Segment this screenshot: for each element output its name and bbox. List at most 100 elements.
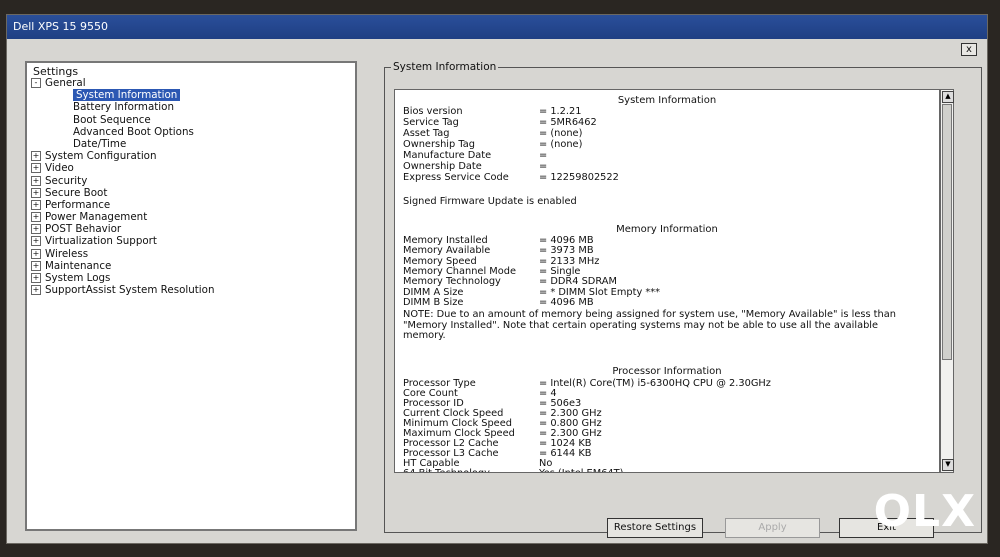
sidebar-item-label: Battery Information <box>73 101 174 114</box>
info-value: = (none) <box>539 139 583 150</box>
info-value: = DDR4 SDRAM <box>539 276 617 288</box>
processor-heading: Processor Information <box>612 366 722 377</box>
info-value: Yes (Intel EM64T) <box>539 469 623 473</box>
expand-icon[interactable]: + <box>31 175 41 186</box>
info-value: = 5MR6462 <box>539 117 597 128</box>
sidebar-item-label: System Configuration <box>45 150 157 163</box>
apply-button[interactable]: Apply <box>725 518 820 538</box>
info-row: Manufacture Date = <box>403 150 547 161</box>
sidebar-item-virtualization-support[interactable]: + Virtualization Support <box>31 235 215 247</box>
info-value: = 4096 MB <box>539 296 594 308</box>
info-label: Manufacture Date <box>403 150 492 161</box>
scroll-up-icon[interactable]: ▲ <box>942 91 954 103</box>
restore-settings-button[interactable]: Restore Settings <box>607 518 703 538</box>
info-label: Ownership Tag <box>403 139 475 150</box>
sidebar-item-boot-sequence[interactable]: Boot Sequence <box>31 114 215 126</box>
info-value: = 12259802522 <box>539 172 619 183</box>
info-value: = 3973 MB <box>539 245 594 257</box>
expand-icon[interactable]: + <box>31 260 41 271</box>
sidebar-item-label: Security <box>45 174 88 187</box>
info-value: = Intel(R) Core(TM) i5-6300HQ CPU @ 2.30… <box>539 378 771 389</box>
info-row: Service Tag = 5MR6462 <box>403 117 597 128</box>
expand-icon[interactable]: + <box>31 199 41 210</box>
system-information-frame: System Information System Information Bi… <box>384 61 982 533</box>
sidebar-item-label: Wireless <box>45 247 89 260</box>
window-title: Dell XPS 15 9550 <box>7 15 987 39</box>
scroll-down-icon[interactable]: ▼ <box>942 459 954 471</box>
sidebar-item-label: Date/Time <box>73 137 127 150</box>
info-label: 64-Bit Technology <box>403 468 490 473</box>
sidebar-item-label: System Information <box>73 89 181 102</box>
memory-note: NOTE: Due to an amount of memory being a… <box>403 309 896 341</box>
sidebar-item-secure-boot[interactable]: + Secure Boot <box>31 187 215 199</box>
sidebar-item-security[interactable]: + Security <box>31 175 215 187</box>
info-value: = <box>539 150 548 161</box>
expand-icon[interactable]: + <box>31 285 41 296</box>
sidebar-item-system-logs[interactable]: + System Logs <box>31 272 215 284</box>
content-scrollbar[interactable]: ▲ ▼ <box>940 89 954 473</box>
sidebar-item-label: Secure Boot <box>45 186 108 199</box>
expand-icon[interactable]: + <box>31 248 41 259</box>
sidebar-item-performance[interactable]: + Performance <box>31 199 215 211</box>
expand-icon[interactable]: + <box>31 163 41 174</box>
sidebar-item-general[interactable]: - General <box>31 77 215 89</box>
sidebar-item-label: Boot Sequence <box>73 113 151 126</box>
sidebar-item-power-management[interactable]: + Power Management <box>31 211 215 223</box>
expand-icon[interactable]: + <box>31 151 41 162</box>
sidebar-item-wireless[interactable]: + Wireless <box>31 248 215 260</box>
sidebar-item-label: Maintenance <box>45 259 112 272</box>
info-label: Express Service Code <box>403 172 509 183</box>
settings-tree: - General System Information Battery Inform… <box>31 77 215 296</box>
frame-title: System Information <box>391 61 499 73</box>
info-label: Service Tag <box>403 117 459 128</box>
sidebar-item-label: System Logs <box>45 272 111 284</box>
sidebar-item-label: Performance <box>45 198 111 211</box>
expand-icon[interactable]: + <box>31 236 41 247</box>
sidebar-item-post-behavior[interactable]: + POST Behavior <box>31 223 215 235</box>
system-information-content: System Information Bios version = 1.2.21 S… <box>394 89 940 473</box>
sidebar-item-maintenance[interactable]: + Maintenance <box>31 260 215 272</box>
info-label: DIMM B Size <box>403 296 464 308</box>
sidebar-item-date-time[interactable]: Date/Time <box>31 138 215 150</box>
info-row: Bios version = 1.2.21 <box>403 106 581 117</box>
watermark-logo: OLX <box>873 486 976 537</box>
sidebar-item-video[interactable]: + Video <box>31 162 215 174</box>
firmware-note: Signed Firmware Update is enabled <box>403 196 577 207</box>
info-value: = (none) <box>539 128 583 139</box>
sidebar-item-label: Video <box>45 162 74 175</box>
sidebar-item-label: POST Behavior <box>45 223 122 236</box>
close-icon[interactable]: x <box>961 43 977 56</box>
info-label: Ownership Date <box>403 161 482 172</box>
sidebar-item-label: Virtualization Support <box>45 235 157 248</box>
info-value: = 1.2.21 <box>539 106 582 117</box>
sidebar-item-system-information[interactable]: System Information <box>31 89 215 102</box>
collapse-icon[interactable]: - <box>31 78 41 88</box>
info-label: Bios version <box>403 106 463 117</box>
info-value: = * DIMM Slot Empty *** <box>539 286 661 298</box>
sidebar-item-battery-information[interactable]: Battery Information <box>31 101 215 113</box>
expand-icon[interactable]: + <box>31 273 41 283</box>
info-label: Asset Tag <box>403 128 450 139</box>
expand-icon[interactable]: + <box>31 212 41 223</box>
expand-icon[interactable]: + <box>31 187 41 198</box>
sidebar-item-label: Advanced Boot Options <box>73 125 194 138</box>
scroll-thumb[interactable] <box>942 104 952 360</box>
info-value: = <box>539 161 548 172</box>
info-row: 64-Bit Technology Yes (Intel EM64T) <box>403 468 623 473</box>
info-row: Ownership Tag = (none) <box>403 139 582 150</box>
sidebar-item-system-configuration[interactable]: + System Configuration <box>31 150 215 162</box>
bios-window: Dell XPS 15 9550 x Settings - General Syst… <box>6 14 988 544</box>
sidebar-item-advanced-boot-options[interactable]: Advanced Boot Options <box>31 126 215 138</box>
info-row: Express Service Code = 12259802522 <box>403 172 619 183</box>
system-heading: System Information <box>617 95 717 106</box>
memory-heading: Memory Information <box>616 224 718 235</box>
settings-tree-panel: Settings - General System Information Batte… <box>25 61 357 531</box>
expand-icon[interactable]: + <box>31 224 41 235</box>
sidebar-item-label: SupportAssist System Resolution <box>45 284 215 297</box>
sidebar-item-label: General <box>45 77 86 89</box>
info-row: DIMM B Size = 4096 MB <box>403 296 594 308</box>
info-row: Ownership Date = <box>403 161 547 172</box>
info-row: Asset Tag = (none) <box>403 128 582 139</box>
sidebar-item-supportassist-system-resolution[interactable]: + SupportAssist System Resolution <box>31 284 215 296</box>
sidebar-item-label: Power Management <box>45 211 148 224</box>
